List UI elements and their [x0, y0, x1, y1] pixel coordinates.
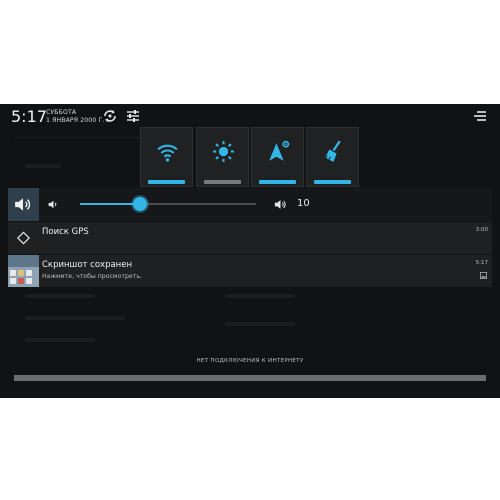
background-text [25, 164, 61, 168]
network-status: НЕТ ПОДКЛЮЧЕНИЯ К ИНТЕРНЕТУ [196, 358, 304, 364]
wifi-tile[interactable] [140, 127, 193, 187]
notification-title: Поиск GPS [42, 227, 89, 237]
clean-tile[interactable] [306, 127, 359, 187]
background-text [25, 338, 95, 342]
volume-panel: 10 [8, 188, 492, 221]
speaker-loud-icon [15, 198, 31, 211]
wifi-tile-indicator [148, 180, 185, 184]
notification-time: 3:00 [475, 227, 488, 233]
volume-settings-button[interactable] [8, 188, 39, 221]
location-tile-indicator [259, 180, 296, 184]
notification-time: 5:17 [475, 260, 488, 266]
location-arrow-gear-icon [269, 140, 290, 161]
background-divider [14, 137, 144, 138]
broom-icon [324, 140, 341, 162]
clock-time: 5:17 [11, 107, 47, 126]
notification-gps[interactable]: Поиск GPS 3:00 [8, 222, 492, 254]
full-date: 1 ЯНВАРЯ 2000 Г. [46, 117, 105, 124]
clock-date: СУББОТА 1 ЯНВАРЯ 2000 Г. [46, 109, 104, 125]
shade-drag-handle[interactable] [14, 375, 486, 381]
location-settings-tile[interactable] [251, 127, 304, 187]
background-text [25, 316, 125, 320]
notification-screenshot[interactable]: Скриншот сохранен Нажмите, чтобы просмот… [8, 255, 492, 287]
notification-title: Скриншот сохранен [42, 260, 133, 270]
menu-lines-icon[interactable] [471, 107, 489, 125]
day-of-week: СУББОТА [46, 109, 77, 116]
rotate-icon[interactable] [101, 107, 119, 125]
speaker-low-icon [48, 200, 57, 209]
notification-subtitle: Нажмите, чтобы просмотреть. [42, 273, 142, 280]
brightness-tile-indicator [204, 180, 241, 184]
screenshot-thumbnail [8, 255, 39, 287]
background-text [25, 294, 95, 298]
settings-sliders-icon[interactable] [124, 107, 142, 125]
wifi-icon [157, 144, 178, 162]
gps-icon [16, 231, 31, 245]
background-text [225, 322, 295, 326]
volume-slider-thumb[interactable] [132, 197, 147, 211]
speaker-high-icon [274, 200, 286, 209]
volume-slider-fill [80, 203, 140, 205]
notification-shade: 5:17 СУББОТА 1 ЯНВАРЯ 2000 Г. 10 Поиск G… [0, 104, 500, 398]
brightness-icon [213, 141, 234, 162]
brightness-tile[interactable] [196, 127, 249, 187]
background-text [225, 294, 295, 298]
volume-value: 10 [297, 198, 310, 209]
clean-tile-indicator [314, 180, 351, 184]
image-icon [480, 272, 487, 279]
